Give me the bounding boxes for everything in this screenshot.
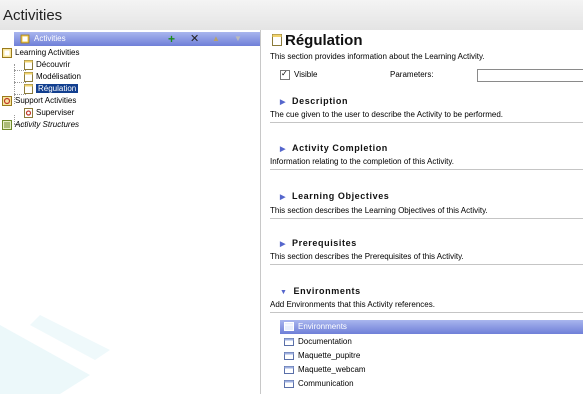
environment-icon [284,351,294,360]
section-divider [270,312,583,313]
page-title: Régulation [272,32,363,49]
environments-list-box: Environments Documentation Maquette_pupi… [280,320,583,394]
environments-list-header-label: Environments [298,322,347,331]
environments-icon [284,322,294,331]
expand-arrow-icon: ▶ [280,241,286,248]
section-text-description: The cue given to the user to describe th… [270,110,504,119]
page-title-text: Régulation [285,32,363,49]
tree-guide-line [14,70,26,71]
tree-item-support-activities[interactable]: Support Activities [2,96,76,106]
parameters-input[interactable] [477,69,583,82]
delete-icon[interactable]: ✕ [190,32,199,46]
activity-folder-icon [2,48,12,58]
page-description: This section provides information about … [270,52,485,61]
tree-item-label: Régulation [36,84,79,94]
tree-guide-line [14,82,26,83]
watermark-shape [0,315,110,394]
tree-header[interactable]: Activities + ✕ ▲ ▼ [14,32,260,46]
tree-item-superviser[interactable]: Superviser [24,108,74,118]
section-divider [270,169,583,170]
visible-row: Visible [280,69,318,80]
section-header-description[interactable]: ▶ Description [280,96,348,106]
parameters-label: Parameters: [390,70,434,79]
tree-item-learning-activities[interactable]: Learning Activities [2,48,79,58]
support-icon [2,96,12,106]
tree-item-modelisation[interactable]: Modélisation [24,72,81,82]
environments-list-header[interactable]: Environments [280,320,583,334]
add-icon[interactable]: + [168,32,175,46]
section-header-activity-completion[interactable]: ▶ Activity Completion [280,143,388,153]
environment-item[interactable]: Maquette_pupitre [284,351,360,360]
move-up-icon[interactable]: ▲ [212,32,220,46]
visible-checkbox[interactable] [280,69,290,80]
structure-icon [2,120,12,130]
tree-item-label: Découvrir [36,60,71,70]
section-divider [270,264,583,265]
tree-item-activity-structures[interactable]: Activity Structures [2,120,79,130]
activities-header-icon [20,34,30,44]
section-text-environments: Add Environments that this Activity refe… [270,300,435,309]
activity-page-icon [24,72,33,82]
tree-header-label: Activities [34,34,66,43]
tree-item-label: Modélisation [36,72,81,82]
visible-label: Visible [294,70,318,80]
section-header-learning-objectives[interactable]: ▶ Learning Objectives [280,191,389,201]
app-title: Activities [3,7,63,24]
section-divider [270,122,583,123]
environment-item[interactable]: Documentation [284,337,352,346]
tree-item-decouvrir[interactable]: Découvrir [24,60,70,70]
title-bar: Activities [0,0,583,30]
tree-item-label: Activity Structures [15,120,80,130]
support-item-icon [24,108,33,118]
section-text-prerequisites: This section describes the Prerequisites… [270,252,464,261]
activity-page-icon [24,84,33,94]
environment-item[interactable]: Communication [284,379,354,388]
section-text-activity-completion: Information relating to the completion o… [270,157,454,166]
collapse-arrow-icon: ▼ [280,289,288,296]
move-down-icon[interactable]: ▼ [234,32,242,46]
tree-item-label: Support Activities [15,96,77,106]
expand-arrow-icon: ▶ [280,99,286,106]
tree-guide-line [14,94,26,95]
section-text-learning-objectives: This section describes the Learning Obje… [270,206,488,215]
environments-list: Documentation Maquette_pupitre Maquette_… [280,334,583,394]
expand-arrow-icon: ▶ [280,146,286,153]
expand-arrow-icon: ▶ [280,194,286,201]
tree-item-label: Superviser [36,108,75,118]
environment-item[interactable]: Maquette_webcam [284,365,366,374]
environment-icon [284,365,294,374]
section-header-prerequisites[interactable]: ▶ Prerequisites [280,238,357,248]
tree-item-label: Learning Activities [15,48,80,58]
activity-page-icon [272,34,282,46]
section-divider [270,218,583,219]
environment-icon [284,379,294,388]
detail-panel: Régulation This section provides informa… [266,30,583,394]
environment-icon [284,337,294,346]
section-header-environments[interactable]: ▼ Environments [280,286,361,296]
activity-page-icon [24,60,33,70]
tree-item-regulation[interactable]: Régulation [24,84,79,94]
